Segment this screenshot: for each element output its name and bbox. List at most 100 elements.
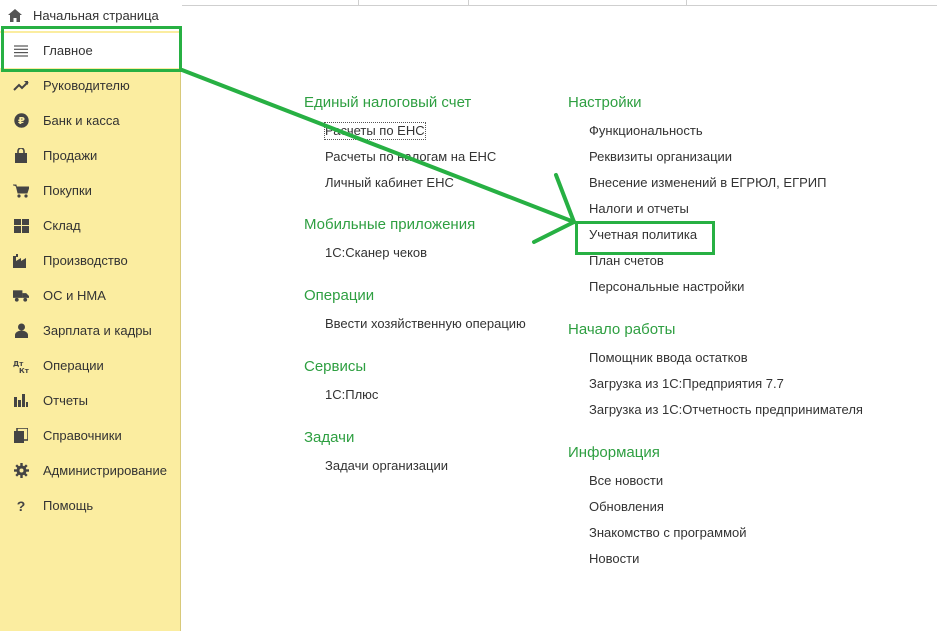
- tab-strip: [182, 0, 937, 6]
- ruble-coin-icon: ₽: [13, 113, 29, 129]
- link-import-1c-77[interactable]: Загрузка из 1С:Предприятия 7.7: [568, 371, 928, 397]
- sidebar-item-label: Зарплата и кадры: [43, 323, 152, 338]
- home-icon: [8, 9, 22, 23]
- sidebar-item-label: Продажи: [43, 148, 98, 163]
- debit-credit-icon: Дт Кт: [13, 358, 29, 374]
- sidebar-item-sales[interactable]: Продажи: [0, 138, 181, 173]
- menu-lines-icon: [13, 43, 29, 59]
- link-text: Реквизиты организации: [589, 149, 733, 164]
- link-enter-operation[interactable]: Ввести хозяйственную операцию: [304, 311, 554, 337]
- link-updates[interactable]: Обновления: [568, 494, 928, 520]
- sidebar-item-label: ОС и НМА: [43, 288, 106, 303]
- link-text: Новости: [589, 551, 640, 566]
- sidebar-item-catalogs[interactable]: Справочники: [0, 418, 181, 453]
- link-accounting-policy[interactable]: Учетная политика: [568, 222, 928, 248]
- link-text: Обновления: [589, 499, 664, 514]
- trend-up-icon: [13, 78, 29, 94]
- truck-icon: [13, 288, 29, 304]
- left-column: Единый налоговый счет Расчеты по ЕНС Рас…: [304, 93, 554, 479]
- link-text: 1С:Плюс: [325, 387, 379, 402]
- sidebar-item-purchases[interactable]: Покупки: [0, 173, 181, 208]
- link-import-1c-reporting[interactable]: Загрузка из 1С:Отчетность предпринимател…: [568, 397, 928, 423]
- sidebar-item-bank[interactable]: ₽ Банк и касса: [0, 103, 181, 138]
- books-icon: [13, 428, 29, 444]
- link-text: Расчеты по ЕНС: [324, 122, 426, 140]
- sidebar-item-operations[interactable]: Дт Кт Операции: [0, 348, 181, 383]
- section-title-information: Информация: [568, 444, 660, 461]
- section-title-operations: Операции: [304, 287, 375, 304]
- link-ens-taxes[interactable]: Расчеты по налогам на ЕНС: [304, 144, 554, 170]
- sidebar-item-label: Главное: [43, 43, 93, 58]
- sidebar-item-label: Склад: [43, 218, 81, 233]
- right-column: Настройки Функциональность Реквизиты орг…: [568, 93, 928, 572]
- sidebar-item-fixed-assets[interactable]: ОС и НМА: [0, 278, 181, 313]
- person-icon: [13, 323, 29, 339]
- link-text: Персональные настройки: [589, 279, 745, 294]
- factory-icon: [13, 253, 29, 269]
- tab-divider: [686, 0, 687, 5]
- link-text: Внесение изменений в ЕГРЮЛ, ЕГРИП: [589, 175, 827, 190]
- sidebar-item-label: Администрирование: [43, 463, 167, 478]
- section-title-tasks: Задачи: [304, 429, 355, 446]
- sidebar-item-main[interactable]: Главное: [0, 33, 181, 68]
- link-functionality[interactable]: Функциональность: [568, 118, 928, 144]
- link-organization-details[interactable]: Реквизиты организации: [568, 144, 928, 170]
- sidebar-nav: Главное Руководителю ₽ Банк и касса Прод…: [0, 33, 181, 523]
- sidebar-item-label: Помощь: [43, 498, 94, 513]
- section-title-services: Сервисы: [304, 358, 367, 375]
- svg-text:Кт: Кт: [19, 367, 29, 374]
- link-text: Загрузка из 1С:Предприятия 7.7: [589, 376, 784, 391]
- sidebar-item-label: Банк и касса: [43, 113, 120, 128]
- section-title-mobile-apps: Мобильные приложения: [304, 216, 476, 233]
- link-text: Функциональность: [589, 123, 703, 138]
- sidebar-item-manager[interactable]: Руководителю: [0, 68, 181, 103]
- link-program-intro[interactable]: Знакомство с программой: [568, 520, 928, 546]
- svg-text:₽: ₽: [18, 116, 25, 127]
- section-title-getting-started: Начало работы: [568, 321, 676, 338]
- sidebar-item-administration[interactable]: Администрирование: [0, 453, 181, 488]
- link-receipt-scanner[interactable]: 1С:Сканер чеков: [304, 240, 554, 266]
- link-text: Задачи организации: [325, 458, 449, 473]
- shopping-bag-icon: [13, 148, 29, 164]
- sidebar-item-reports[interactable]: Отчеты: [0, 383, 181, 418]
- sidebar-item-label: Операции: [43, 358, 104, 373]
- link-ens-settlements[interactable]: Расчеты по ЕНС: [304, 118, 554, 144]
- home-page-label: Начальная страница: [33, 8, 159, 23]
- link-1c-plus[interactable]: 1С:Плюс: [304, 382, 554, 408]
- link-text: Личный кабинет ЕНС: [325, 175, 454, 190]
- tab-divider: [468, 0, 469, 5]
- link-text: Знакомство с программой: [589, 525, 747, 540]
- link-organization-tasks[interactable]: Задачи организации: [304, 453, 554, 479]
- link-text: 1С:Сканер чеков: [325, 245, 428, 260]
- link-text: Учетная политика: [589, 227, 698, 242]
- link-chart-of-accounts[interactable]: План счетов: [568, 248, 928, 274]
- sidebar-item-warehouse[interactable]: Склад: [0, 208, 181, 243]
- sidebar-item-help[interactable]: ? Помощь: [0, 488, 181, 523]
- question-icon: ?: [16, 497, 26, 514]
- sidebar-item-payroll[interactable]: Зарплата и кадры: [0, 313, 181, 348]
- gear-icon: [13, 463, 29, 479]
- bar-chart-icon: [13, 393, 29, 409]
- link-text: План счетов: [589, 253, 664, 268]
- link-news[interactable]: Новости: [568, 546, 928, 572]
- home-page-link[interactable]: Начальная страница: [0, 0, 181, 31]
- link-all-news[interactable]: Все новости: [568, 468, 928, 494]
- link-taxes-reports[interactable]: Налоги и отчеты: [568, 196, 928, 222]
- link-text: Загрузка из 1С:Отчетность предпринимател…: [589, 402, 863, 417]
- link-text: Ввести хозяйственную операцию: [325, 316, 526, 331]
- link-ens-cabinet[interactable]: Личный кабинет ЕНС: [304, 170, 554, 196]
- link-opening-balances-wizard[interactable]: Помощник ввода остатков: [568, 345, 928, 371]
- link-personal-settings[interactable]: Персональные настройки: [568, 274, 928, 300]
- sidebar-item-label: Отчеты: [43, 393, 88, 408]
- sidebar-item-label: Справочники: [43, 428, 122, 443]
- link-egrul-changes[interactable]: Внесение изменений в ЕГРЮЛ, ЕГРИП: [568, 170, 928, 196]
- section-title-settings: Настройки: [568, 94, 642, 111]
- section-title-ens: Единый налоговый счет: [304, 94, 472, 111]
- link-text: Расчеты по налогам на ЕНС: [325, 149, 497, 164]
- sidebar: Начальная страница Главное Руководителю …: [0, 0, 181, 631]
- warehouse-grid-icon: [13, 218, 29, 234]
- sidebar-item-label: Производство: [43, 253, 128, 268]
- link-text: Все новости: [589, 473, 664, 488]
- sidebar-item-production[interactable]: Производство: [0, 243, 181, 278]
- link-text: Налоги и отчеты: [589, 201, 689, 216]
